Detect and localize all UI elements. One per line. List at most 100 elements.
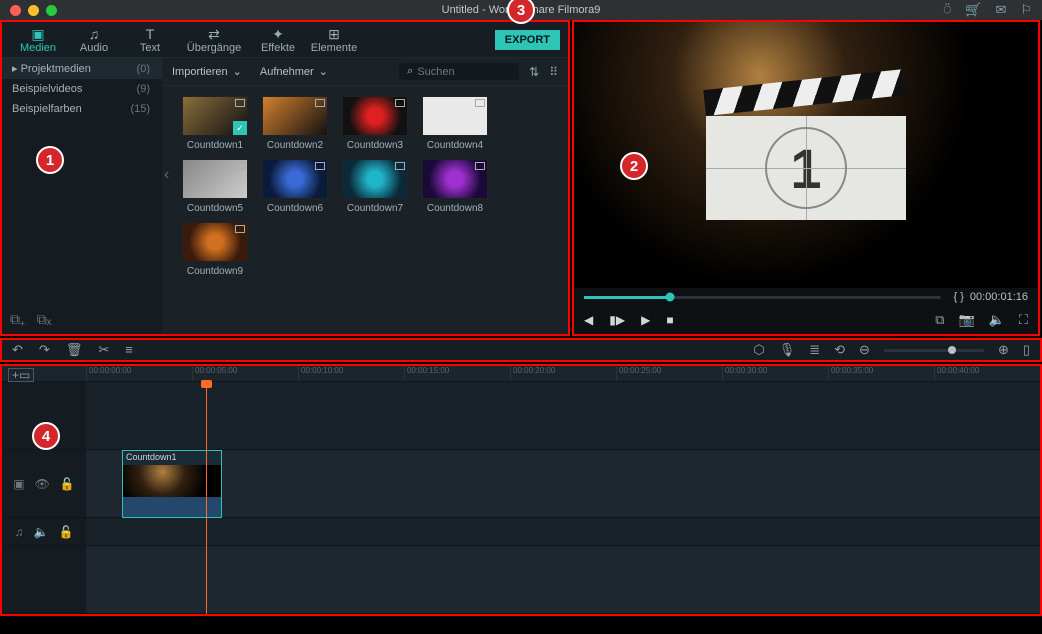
undo-button[interactable]: ↶ (12, 342, 23, 358)
timeline-clip[interactable]: Countdown1 (122, 450, 222, 518)
new-folder-icon[interactable]: ⧉₊ (10, 311, 25, 328)
mute-icon[interactable]: 🔈 (34, 525, 49, 539)
media-clip[interactable]: Countdown9 (182, 222, 248, 277)
search-box[interactable]: ⌕ (399, 63, 519, 80)
tab-transitions[interactable]: ⇄Übergänge (178, 21, 250, 57)
media-clip[interactable]: Countdown6 (262, 159, 328, 214)
timeline-panel: +▭ 00:00:00:0000:00:05:0000:00:10:0000:0… (0, 364, 1042, 616)
media-clip[interactable]: Countdown5 (182, 159, 248, 214)
zoom-in-button[interactable]: ⊕ (998, 342, 1009, 358)
sidebar-item-label: Beispielvideos (12, 83, 82, 95)
search-input[interactable] (417, 66, 507, 78)
clip-label: Countdown8 (427, 203, 483, 214)
delete-button[interactable]: 🗑 (66, 342, 83, 358)
preview-scrubber[interactable]: { } 00:00:01:16 (574, 288, 1038, 306)
volume-icon[interactable]: 🔈 (989, 312, 1005, 328)
media-panel: ▣Medien ♫Audio TText ⇄Übergänge ✦Effekte… (0, 20, 570, 336)
video-track[interactable]: Countdown1 (86, 450, 1040, 518)
fullscreen-icon[interactable]: ⛶ (1019, 312, 1028, 328)
filmstrip-icon (475, 99, 485, 107)
tab-media[interactable]: ▣Medien (10, 21, 66, 57)
clip-thumbnail[interactable] (342, 96, 408, 136)
lock-icon[interactable]: 🔓 (59, 525, 74, 539)
play-button[interactable]: ▶ (641, 313, 650, 327)
clip-thumbnail[interactable] (422, 96, 488, 136)
snapshot-icon[interactable]: 📷 (959, 312, 975, 328)
zoom-handle[interactable] (948, 346, 956, 354)
stop-button[interactable]: ■ (666, 313, 673, 327)
ruler-tick: 00:00:05:00 (192, 366, 298, 381)
record-dropdown[interactable]: Aufnehmer⌄ (260, 65, 328, 78)
render-icon[interactable]: ⟲ (834, 342, 845, 358)
step-back-button[interactable]: ▮▶ (609, 313, 625, 327)
redo-button[interactable]: ↷ (39, 342, 50, 358)
empty-track[interactable] (86, 382, 1040, 450)
display-settings-icon[interactable]: ⧉ (935, 312, 944, 328)
clip-thumbnail[interactable] (182, 159, 248, 199)
prev-frame-button[interactable]: ◀ (584, 313, 593, 327)
annotation-marker-4: 4 (32, 422, 60, 450)
ruler-tick: 00:00:15:00 (404, 366, 510, 381)
zoom-out-button[interactable]: ⊖ (859, 342, 870, 358)
tab-text[interactable]: TText (122, 21, 178, 57)
account-icon[interactable]: ⍥ (943, 2, 951, 18)
grid-view-icon[interactable]: ⠿ (549, 65, 558, 79)
scrub-track[interactable] (584, 296, 941, 299)
clip-thumbnail[interactable] (422, 159, 488, 199)
sidebar-item-projectmedia[interactable]: ▸ Projektmedien(0) (2, 58, 162, 79)
notification-icon[interactable]: ⚐ (1020, 2, 1032, 18)
scrub-playhead[interactable] (665, 293, 674, 302)
crop-button[interactable]: ≡ (125, 342, 133, 358)
import-dropdown[interactable]: Importieren⌄ (172, 65, 242, 78)
audio-track[interactable] (86, 518, 1040, 546)
filter-icon[interactable]: ⇅ (529, 65, 539, 79)
close-window-icon[interactable] (10, 5, 21, 16)
marker-icon[interactable]: ⬡ (753, 342, 764, 358)
filmstrip-icon (315, 99, 325, 107)
voiceover-icon[interactable]: 🎙 (779, 342, 796, 358)
media-clip[interactable]: Countdown4 (422, 96, 488, 151)
media-clip[interactable]: Countdown3 (342, 96, 408, 151)
minimize-window-icon[interactable] (28, 5, 39, 16)
zoom-slider[interactable] (884, 349, 984, 352)
audio-track-icon[interactable]: ♫ (15, 525, 24, 539)
tab-audio[interactable]: ♫Audio (66, 21, 122, 57)
split-button[interactable]: ✂ (98, 342, 109, 358)
brace-icon[interactable]: { } (953, 291, 963, 303)
timeline-playhead[interactable] (206, 382, 207, 614)
clip-thumbnail[interactable] (182, 96, 248, 136)
timeline-ruler[interactable]: +▭ 00:00:00:0000:00:05:0000:00:10:0000:0… (2, 366, 1040, 382)
maximize-window-icon[interactable] (46, 5, 57, 16)
media-clip[interactable]: Countdown7 (342, 159, 408, 214)
sidebar-item-samplevideos[interactable]: Beispielvideos(9) (2, 79, 162, 99)
filmstrip-icon (395, 99, 405, 107)
export-button[interactable]: EXPORT (495, 30, 560, 50)
mixer-icon[interactable]: ≣ (809, 342, 820, 358)
titlebar-icons: ⍥ 🛒 ✉ ⚐ (943, 2, 1032, 18)
delete-folder-icon[interactable]: ⧉ₓ (37, 311, 52, 328)
tab-label: Übergänge (187, 42, 241, 54)
visibility-icon[interactable]: 👁 (35, 477, 50, 491)
preview-stage[interactable]: 1 2 (574, 22, 1038, 288)
zoom-fit-button[interactable]: ▯ (1023, 342, 1030, 358)
lock-icon[interactable]: 🔓 (60, 477, 75, 491)
media-clip[interactable]: Countdown1 (182, 96, 248, 151)
tab-effects[interactable]: ✦Effekte (250, 21, 306, 57)
tab-elements[interactable]: ⊞Elemente (306, 21, 362, 57)
empty-track[interactable] (86, 546, 1040, 614)
add-track-icon[interactable]: +▭ (8, 368, 34, 382)
media-clip[interactable]: Countdown2 (262, 96, 328, 151)
clip-thumbnail[interactable] (182, 222, 248, 262)
cart-icon[interactable]: 🛒 (965, 2, 981, 18)
clip-thumbnail[interactable] (342, 159, 408, 199)
video-track-icon[interactable]: ▣ (13, 477, 24, 491)
clip-thumbnail[interactable] (262, 96, 328, 136)
timeline-tracks[interactable]: Countdown1 (86, 382, 1040, 614)
message-icon[interactable]: ✉ (995, 2, 1006, 18)
ruler-tick: 00:00:20:00 (510, 366, 616, 381)
media-clip[interactable]: Countdown8 (422, 159, 488, 214)
search-icon: ⌕ (407, 65, 413, 78)
filmstrip-icon (235, 225, 245, 233)
clip-thumbnail[interactable] (262, 159, 328, 199)
sidebar-item-samplecolors[interactable]: Beispielfarben(15) (2, 99, 162, 119)
